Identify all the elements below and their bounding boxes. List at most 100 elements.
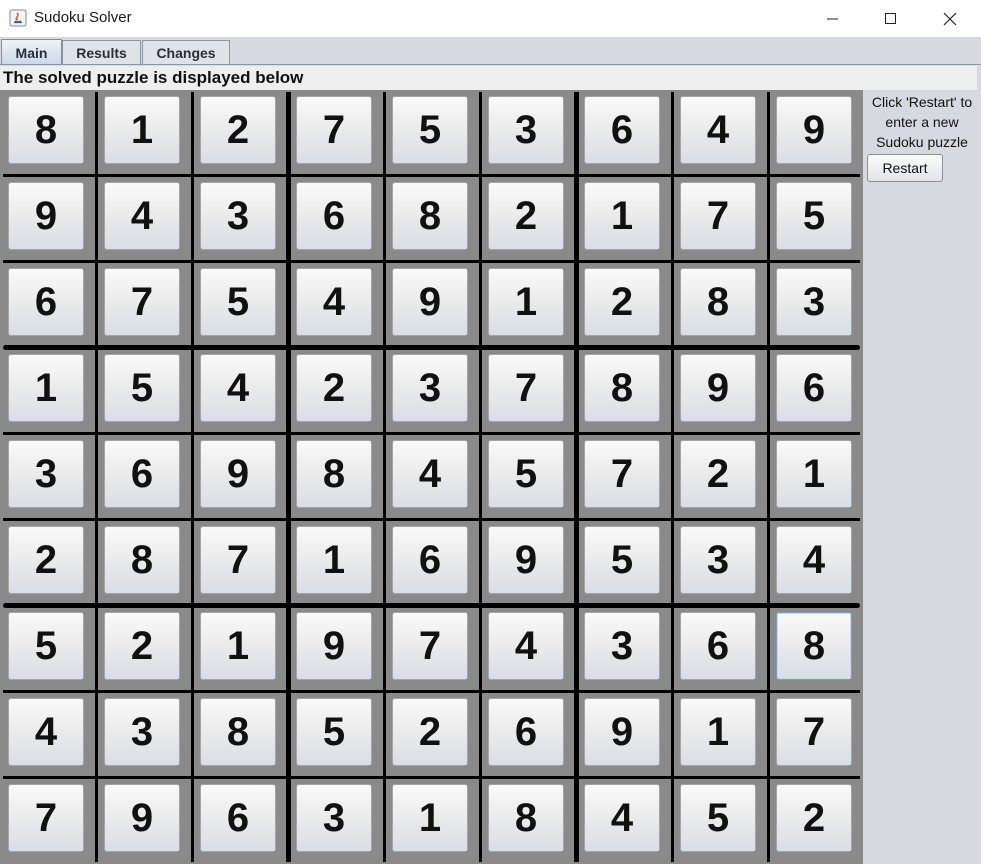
sudoku-cell-r8-c5[interactable]: 2: [392, 698, 468, 766]
sudoku-cell-r2-c5[interactable]: 8: [392, 182, 468, 250]
sudoku-cell-r3-c1[interactable]: 6: [8, 268, 84, 336]
sudoku-cell-r5-c7[interactable]: 7: [584, 440, 660, 508]
sudoku-cell-r5-c8[interactable]: 2: [680, 440, 756, 508]
sudoku-cell-r2-c7[interactable]: 1: [584, 182, 660, 250]
sudoku-cell-r8-c6[interactable]: 6: [488, 698, 564, 766]
sudoku-cell-r4-c7[interactable]: 8: [584, 354, 660, 422]
sudoku-cell-r4-c5[interactable]: 3: [392, 354, 468, 422]
sudoku-cell-r7-c3[interactable]: 1: [200, 612, 276, 680]
box-divider-vertical: [286, 92, 291, 862]
restart-instructions: Click 'Restart' to enter a new Sudoku pu…: [865, 92, 979, 152]
sudoku-cell-r6-c8[interactable]: 3: [680, 526, 756, 594]
sudoku-cell-r1-c5[interactable]: 5: [392, 96, 468, 164]
tab-strip: Main Results Changes: [0, 37, 981, 65]
sudoku-cell-r1-c1[interactable]: 8: [8, 96, 84, 164]
tab-results[interactable]: Results: [62, 40, 141, 64]
sudoku-cell-r4-c1[interactable]: 1: [8, 354, 84, 422]
sudoku-cell-r7-c6[interactable]: 4: [488, 612, 564, 680]
sudoku-cell-r5-c5[interactable]: 4: [392, 440, 468, 508]
tab-main[interactable]: Main: [1, 39, 62, 65]
cell-divider-vertical: [767, 92, 770, 862]
sudoku-cell-r2-c9[interactable]: 5: [776, 182, 852, 250]
sudoku-cell-r7-c2[interactable]: 2: [104, 612, 180, 680]
sudoku-cell-r1-c3[interactable]: 2: [200, 96, 276, 164]
sudoku-cell-r1-c8[interactable]: 4: [680, 96, 756, 164]
sudoku-cell-r1-c7[interactable]: 6: [584, 96, 660, 164]
header-text: The solved puzzle is displayed below: [3, 68, 304, 87]
sudoku-cell-r7-c8[interactable]: 6: [680, 612, 756, 680]
status-header: The solved puzzle is displayed below: [0, 66, 977, 90]
sudoku-cell-r6-c6[interactable]: 9: [488, 526, 564, 594]
sudoku-cell-r3-c4[interactable]: 4: [296, 268, 372, 336]
sudoku-cell-r1-c4[interactable]: 7: [296, 96, 372, 164]
sudoku-cell-r9-c5[interactable]: 1: [392, 784, 468, 852]
sudoku-cell-r1-c6[interactable]: 3: [488, 96, 564, 164]
sudoku-cell-r8-c4[interactable]: 5: [296, 698, 372, 766]
sudoku-cell-r7-c9[interactable]: 8: [776, 612, 852, 680]
sudoku-cell-r8-c3[interactable]: 8: [200, 698, 276, 766]
sudoku-cell-r5-c2[interactable]: 6: [104, 440, 180, 508]
sudoku-cell-r2-c1[interactable]: 9: [8, 182, 84, 250]
sudoku-cell-r4-c2[interactable]: 5: [104, 354, 180, 422]
sudoku-cell-r6-c5[interactable]: 6: [392, 526, 468, 594]
sudoku-cell-r3-c8[interactable]: 8: [680, 268, 756, 336]
sudoku-cell-r7-c4[interactable]: 9: [296, 612, 372, 680]
sudoku-cell-r6-c2[interactable]: 8: [104, 526, 180, 594]
sudoku-cell-r9-c3[interactable]: 6: [200, 784, 276, 852]
sudoku-cell-r4-c4[interactable]: 2: [296, 354, 372, 422]
sudoku-cell-r6-c7[interactable]: 5: [584, 526, 660, 594]
sudoku-cell-r8-c7[interactable]: 9: [584, 698, 660, 766]
sudoku-cell-r8-c2[interactable]: 3: [104, 698, 180, 766]
sudoku-cell-r5-c9[interactable]: 1: [776, 440, 852, 508]
java-app-icon: [9, 9, 27, 27]
cell-divider-horizontal: [3, 260, 860, 263]
sudoku-cell-r6-c4[interactable]: 1: [296, 526, 372, 594]
sudoku-cell-r6-c1[interactable]: 2: [8, 526, 84, 594]
sudoku-cell-r4-c6[interactable]: 7: [488, 354, 564, 422]
close-icon: [943, 12, 957, 25]
cell-divider-vertical: [95, 92, 98, 862]
sudoku-cell-r8-c8[interactable]: 1: [680, 698, 756, 766]
sudoku-cell-r4-c8[interactable]: 9: [680, 354, 756, 422]
sudoku-cell-r6-c9[interactable]: 4: [776, 526, 852, 594]
sudoku-cell-r3-c6[interactable]: 1: [488, 268, 564, 336]
sudoku-cell-r5-c6[interactable]: 5: [488, 440, 564, 508]
sudoku-cell-r9-c2[interactable]: 9: [104, 784, 180, 852]
sudoku-cell-r2-c4[interactable]: 6: [296, 182, 372, 250]
sudoku-cell-r3-c5[interactable]: 9: [392, 268, 468, 336]
sudoku-cell-r9-c8[interactable]: 5: [680, 784, 756, 852]
restart-button[interactable]: Restart: [867, 154, 943, 182]
sudoku-cell-r3-c3[interactable]: 5: [200, 268, 276, 336]
sudoku-cell-r2-c8[interactable]: 7: [680, 182, 756, 250]
tab-changes[interactable]: Changes: [142, 40, 230, 64]
sudoku-cell-r9-c6[interactable]: 8: [488, 784, 564, 852]
sudoku-cell-r9-c1[interactable]: 7: [8, 784, 84, 852]
instruction-line: Sudoku puzzle: [876, 134, 968, 150]
sudoku-cell-r9-c7[interactable]: 4: [584, 784, 660, 852]
sudoku-cell-r8-c1[interactable]: 4: [8, 698, 84, 766]
sudoku-cell-r9-c4[interactable]: 3: [296, 784, 372, 852]
sudoku-cell-r7-c7[interactable]: 3: [584, 612, 660, 680]
box-divider-horizontal: [3, 345, 860, 350]
close-button[interactable]: [921, 0, 979, 37]
sudoku-cell-r2-c2[interactable]: 4: [104, 182, 180, 250]
sudoku-cell-r3-c7[interactable]: 2: [584, 268, 660, 336]
sudoku-cell-r2-c3[interactable]: 3: [200, 182, 276, 250]
maximize-button[interactable]: [862, 0, 920, 37]
sudoku-cell-r5-c4[interactable]: 8: [296, 440, 372, 508]
minimize-button[interactable]: [804, 0, 862, 37]
sudoku-cell-r2-c6[interactable]: 2: [488, 182, 564, 250]
sudoku-cell-r1-c2[interactable]: 1: [104, 96, 180, 164]
sudoku-cell-r3-c9[interactable]: 3: [776, 268, 852, 336]
sudoku-cell-r3-c2[interactable]: 7: [104, 268, 180, 336]
sudoku-cell-r9-c9[interactable]: 2: [776, 784, 852, 852]
sudoku-cell-r4-c9[interactable]: 6: [776, 354, 852, 422]
sudoku-cell-r7-c1[interactable]: 5: [8, 612, 84, 680]
sudoku-cell-r1-c9[interactable]: 9: [776, 96, 852, 164]
sudoku-cell-r5-c3[interactable]: 9: [200, 440, 276, 508]
sudoku-cell-r7-c5[interactable]: 7: [392, 612, 468, 680]
sudoku-cell-r6-c3[interactable]: 7: [200, 526, 276, 594]
sudoku-cell-r8-c9[interactable]: 7: [776, 698, 852, 766]
sudoku-cell-r4-c3[interactable]: 4: [200, 354, 276, 422]
sudoku-cell-r5-c1[interactable]: 3: [8, 440, 84, 508]
